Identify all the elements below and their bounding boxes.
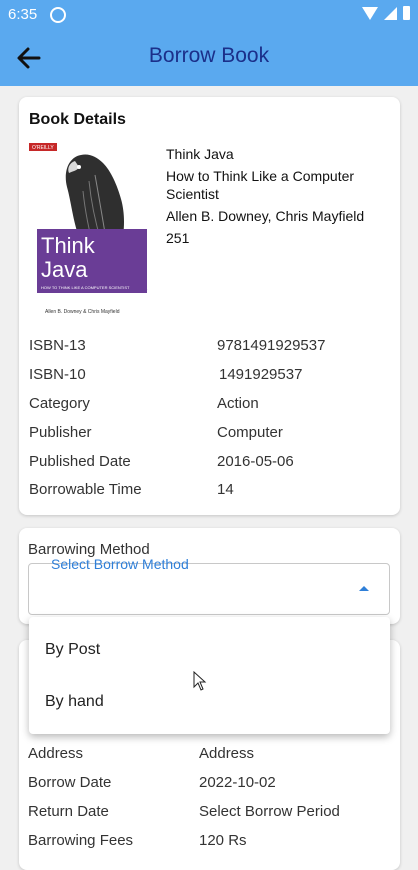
detail-key: Published Date [29,453,131,470]
page-title: Borrow Book [148,44,270,67]
status-time: 6:35 [8,6,38,23]
cover-authors: Allen B. Downey & Chris Mayfield [45,309,120,315]
borrow-value: 2022-10-02 [199,774,276,791]
app-bar: Borrow Book [0,30,418,86]
detail-value: Action [217,395,259,412]
book-title: Think Java [166,146,234,162]
book-details-card: Book Details O'REILLY Think Java HOW TO … [19,97,400,515]
cover-title-line1: Think [41,233,96,258]
signal-icon [384,6,397,20]
detail-value: 1491929537 [219,366,303,383]
cover-subtitle: HOW TO THINK LIKE A COMPUTER SCIENTIST [41,285,130,290]
dropdown-option-by-hand[interactable]: By hand [45,693,104,711]
borrow-key: Barrowing Fees [28,832,134,849]
book-details-heading: Book Details [29,111,126,128]
detail-key: Publisher [29,424,92,441]
cover-title-line2: Java [41,257,88,282]
borrow-method-select[interactable]: Select Borrow Method [28,556,390,615]
select-floating-label: Select Borrow Method [51,556,189,572]
borrow-key: Address [28,745,84,762]
book-pages: 251 [166,230,190,246]
detail-key: ISBN-13 [29,337,86,354]
borrow-method-dropdown: By Post By hand [29,617,390,734]
wifi-icon [362,6,378,20]
detail-value: 14 [217,481,234,498]
do-not-disturb-icon [50,7,66,23]
borrow-key: Borrow Date [28,774,112,791]
detail-key: ISBN-10 [29,366,86,383]
book-cover-image: O'REILLY Think Java HOW TO THINK LIKE A … [29,141,155,323]
borrow-key: Return Date [28,803,109,820]
borrow-value: 120 Rs [199,832,247,849]
detail-key: Category [29,395,90,412]
book-authors: Allen B. Downey, Chris Mayfield [166,208,365,224]
caret-up-icon [359,586,369,591]
cover-publisher-mark: O'REILLY [32,145,54,151]
mouse-cursor-icon [193,671,207,691]
book-subtitle: How to Think Like a Computer Scientist [166,168,355,202]
battery-icon [403,6,410,20]
book-info: Think Java How to Think Like a Computer … [166,145,386,251]
detail-key: Borrowable Time [29,481,142,498]
detail-value: 2016-05-06 [217,453,294,470]
borrow-value[interactable]: Select Borrow Period [199,803,340,820]
borrowing-method-card: Barrowing Method Select Borrow Method [19,528,400,624]
status-bar: 6:35 [0,0,418,30]
status-icons [362,6,410,20]
borrow-value[interactable]: Address [199,745,254,762]
detail-value: 9781491929537 [217,337,326,354]
detail-value: Computer [217,424,283,441]
dropdown-option-by-post[interactable]: By Post [45,641,100,659]
